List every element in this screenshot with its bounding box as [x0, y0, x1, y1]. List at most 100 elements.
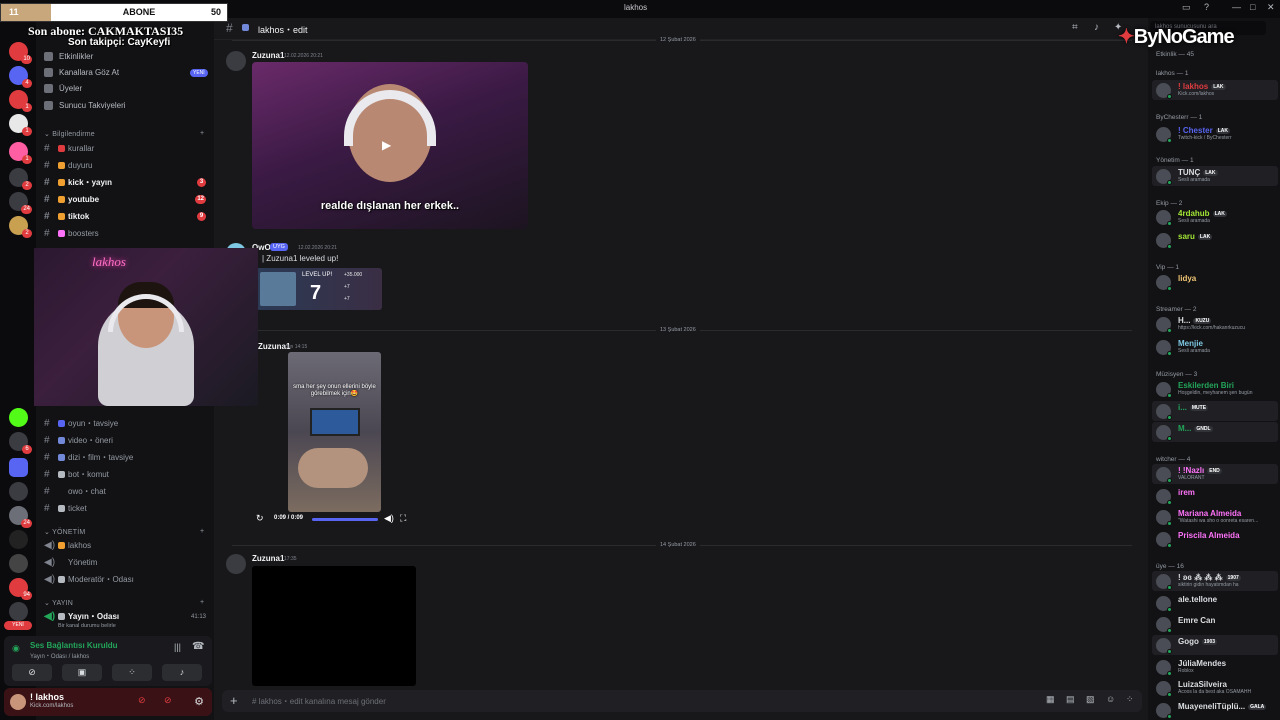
avatar[interactable] [226, 554, 246, 574]
member-item[interactable]: Mariana Almeida "Watashi wa sho o oonreta… [1152, 507, 1278, 527]
channel-item[interactable]: # duyuru [44, 158, 210, 173]
sticker-icon[interactable]: ▧ [1086, 694, 1095, 705]
server-icon[interactable]: 1 [9, 142, 32, 164]
screen-share-button[interactable]: ▣ [62, 664, 102, 681]
channel-item[interactable]: # oyun・tavsiye [44, 416, 210, 431]
gif-icon[interactable]: ▤ [1066, 694, 1075, 705]
fullscreen-icon[interactable]: ⛶ [400, 513, 406, 524]
member-item[interactable]: M... GNDL [1152, 422, 1278, 442]
soundboard-button[interactable]: ♪ [162, 664, 202, 681]
add-channel-icon[interactable]: + [200, 130, 204, 137]
add-attachment-icon[interactable]: + [230, 693, 238, 708]
member-item[interactable]: JúliaMendes Roblox [1152, 657, 1278, 677]
video-attachment[interactable]: sma her şey onun ellerini böyle görebilm… [288, 352, 381, 512]
help-icon[interactable]: ? [1204, 2, 1209, 12]
server-icon[interactable]: 24 [9, 506, 32, 528]
member-item[interactable]: lidya [1152, 272, 1278, 292]
member-item[interactable]: Eskilerden Biri Hoşgeldin, meyhanem şen b… [1152, 379, 1278, 399]
disconnect-icon[interactable]: ☎ [192, 641, 204, 652]
member-item[interactable]: Gogo 1903 [1152, 635, 1278, 655]
member-item[interactable]: 4rdahub LAK Sesli aramada [1152, 207, 1278, 227]
server-icon[interactable] [9, 530, 28, 549]
member-item[interactable]: TUNÇ LAK Sesli aramada [1152, 166, 1278, 186]
gear-icon[interactable]: ⚙ [194, 695, 204, 708]
member-item[interactable]: MuayeneliTüplü... GALA [1152, 700, 1278, 720]
channel-item[interactable]: # video・öneri [44, 433, 210, 448]
member-item[interactable]: ! Chester LAK Twitch-kick / ByChesterr [1152, 124, 1278, 144]
inbox-icon[interactable]: ▭ [1182, 2, 1191, 13]
deafen-icon[interactable]: ⊘ [164, 695, 172, 706]
avatar[interactable] [10, 694, 26, 710]
emoji-picker-icon[interactable]: ☺ [1106, 694, 1115, 704]
server-icon[interactable]: 2 [9, 216, 32, 238]
member-item[interactable]: irem [1152, 486, 1278, 506]
member-item[interactable]: ! ʚɞ ⁂ ⁂ ⁂ 1907 siktirin gidin hayatımdan … [1152, 571, 1278, 591]
channel-item[interactable]: # kick・yayın 3 [44, 175, 210, 190]
channel-item[interactable]: # youtube 12 [44, 192, 210, 207]
volume-icon[interactable]: ◀) [384, 513, 394, 524]
username[interactable]: ! lakhos [30, 692, 64, 702]
member-item[interactable]: Emre Can [1152, 614, 1278, 634]
server-icon[interactable]: 6 [9, 432, 32, 454]
close-button[interactable]: ✕ [1267, 2, 1275, 13]
server-icon[interactable]: 10 [9, 42, 32, 64]
channel-item[interactable]: # bot・komut [44, 467, 210, 482]
member-item[interactable]: ale.tellone [1152, 593, 1278, 613]
kick-server-icon[interactable] [9, 408, 28, 427]
voice-channel[interactable]: ◀) Moderatör・Odası [44, 572, 210, 587]
channel-item[interactable]: # tiktok 9 [44, 209, 210, 224]
nav-browse-channels[interactable]: Kanallara Göz At [44, 64, 119, 80]
gift-icon[interactable]: ▦ [1046, 694, 1055, 705]
channel-item[interactable]: # kurallar [44, 141, 210, 156]
composer-placeholder[interactable]: # lakhos・edit kanalına mesaj gönder [252, 696, 386, 707]
channel-item[interactable]: # owo・chat [44, 484, 210, 499]
mic-muted-icon[interactable]: ⊘ [138, 695, 146, 706]
channel-status[interactable]: Bir kanal durumu belirle [58, 623, 116, 629]
play-icon[interactable]: ▶ [382, 138, 391, 152]
message-composer[interactable]: + # lakhos・edit kanalına mesaj gönder ▦ … [222, 690, 1142, 712]
apps-icon[interactable]: ⁘ [1126, 694, 1134, 705]
member-item[interactable]: H... KUZU https://kick.com/hakanrkuzucu [1152, 314, 1278, 334]
noise-suppression-icon[interactable]: ||| [174, 642, 181, 652]
server-icon[interactable] [9, 602, 28, 621]
member-item[interactable]: i... MUTE [1152, 401, 1278, 421]
server-icon[interactable] [9, 482, 28, 501]
channel-item[interactable]: # dizi・film・tavsiye [44, 450, 210, 465]
category-yonetim[interactable]: ⌄ YÖNETİM + [44, 528, 204, 536]
minimize-button[interactable]: — [1232, 2, 1241, 12]
server-icon[interactable]: 2 [9, 168, 32, 190]
voice-channel-active[interactable]: ◀) Yayın・Odası 41:13 [44, 609, 210, 624]
activities-button[interactable]: ⁘ [112, 664, 152, 681]
member-item[interactable]: ! !Nazlı END VALORANT [1152, 464, 1278, 484]
member-item[interactable]: LuizaSilveira Acoos la da best aka OSAMAH… [1152, 678, 1278, 698]
channel-item[interactable]: # boosters [44, 226, 210, 241]
nav-members[interactable]: Üyeler [44, 80, 82, 96]
member-item[interactable]: Priscila Almeida [1152, 529, 1278, 549]
category-yayin[interactable]: ⌄ YAYIN + [44, 599, 204, 607]
video-attachment[interactable]: ▶ realde dışlanan her erkek.. [252, 62, 528, 229]
server-icon[interactable]: 24 [9, 192, 32, 214]
member-item[interactable]: saru LAK [1152, 230, 1278, 250]
server-icon[interactable] [9, 554, 28, 573]
server-icon[interactable]: 94 [9, 578, 32, 600]
video-attachment[interactable] [252, 566, 416, 686]
folder-icon[interactable] [9, 458, 28, 477]
avatar[interactable] [226, 51, 246, 71]
bell-icon[interactable]: ♪ [1094, 22, 1099, 33]
replay-icon[interactable]: ↻ [256, 513, 264, 524]
voice-channel[interactable]: ◀) Yönetim [44, 555, 210, 570]
member-item[interactable]: ! lakhos LAK Kick.com/lakhos [1152, 80, 1278, 100]
category-bilgilendirme[interactable]: ⌄ Bilgilendirme + [44, 130, 204, 138]
server-icon[interactable]: 4 [9, 66, 32, 88]
nav-events[interactable]: Etkinlikler [44, 48, 93, 64]
member-item[interactable]: Menjie Sesli aramada [1152, 337, 1278, 357]
add-channel-icon[interactable]: + [200, 599, 204, 606]
add-channel-icon[interactable]: + [200, 528, 204, 535]
nav-boosts[interactable]: Sunucu Takviyeleri [44, 97, 126, 113]
camera-off-button[interactable]: ⊘ [12, 664, 52, 681]
maximize-button[interactable]: □ [1250, 2, 1255, 12]
threads-icon[interactable]: ⌗ [1072, 22, 1078, 33]
channel-item[interactable]: # ticket [44, 501, 210, 516]
message-author[interactable]: Zuzuna1 [252, 554, 284, 563]
voice-channel[interactable]: ◀) lakhos [44, 538, 210, 553]
